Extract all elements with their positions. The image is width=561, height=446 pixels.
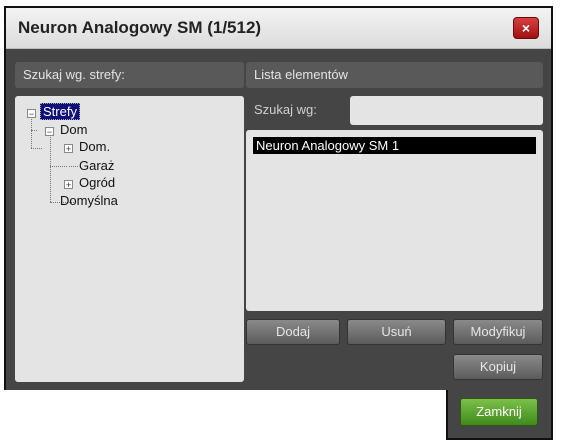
tree-connector <box>31 130 37 131</box>
list-item[interactable]: Neuron Analogowy SM 1 <box>253 137 536 154</box>
dialog-footer: Zamknij <box>446 390 553 440</box>
window-title: Neuron Analogowy SM (1/512) <box>18 18 262 37</box>
tree-node-strefy[interactable]: Strefy <box>40 103 80 120</box>
close-button[interactable]: Zamknij <box>460 398 538 426</box>
tree-connector <box>31 117 32 148</box>
collapse-icon[interactable]: − <box>45 127 54 137</box>
add-button[interactable]: Dodaj <box>246 319 340 345</box>
zone-search-header: Szukaj wg. strefy: <box>15 62 244 88</box>
tree-connector <box>50 135 51 202</box>
tree-node-label: Strefy <box>40 103 80 120</box>
search-label: Szukaj wg: <box>254 102 317 117</box>
copy-button[interactable]: Kopiuj <box>453 354 543 380</box>
tree-node-dom[interactable]: Dom <box>60 122 87 138</box>
remove-button[interactable]: Usuń <box>347 319 446 345</box>
element-list-header: Lista elementów <box>246 62 543 88</box>
expand-icon[interactable]: + <box>64 144 73 154</box>
tree-node-dom-child[interactable]: Dom. <box>79 139 110 155</box>
tree-connector <box>50 166 67 167</box>
search-input[interactable] <box>350 96 543 125</box>
tree-node-garaz[interactable]: Garaż <box>79 158 114 174</box>
element-list[interactable]: Neuron Analogowy SM 1 <box>246 130 543 311</box>
zone-tree[interactable]: − Strefy − Dom + Dom. Garaż + Ogród Domy… <box>15 96 244 382</box>
collapse-icon[interactable]: − <box>27 109 36 119</box>
expand-icon[interactable]: + <box>64 180 73 190</box>
tree-node-ogrod[interactable]: Ogród <box>79 175 115 191</box>
close-icon[interactable]: × <box>513 17 539 39</box>
tree-connector <box>69 166 78 167</box>
tree-connector <box>31 148 42 149</box>
tree-node-domyslna[interactable]: Domyślna <box>60 193 118 209</box>
title-bar: Neuron Analogowy SM (1/512) × <box>6 8 551 49</box>
modify-button[interactable]: Modyfikuj <box>453 319 543 345</box>
dialog-window: Neuron Analogowy SM (1/512) × Szukaj wg.… <box>4 6 553 390</box>
